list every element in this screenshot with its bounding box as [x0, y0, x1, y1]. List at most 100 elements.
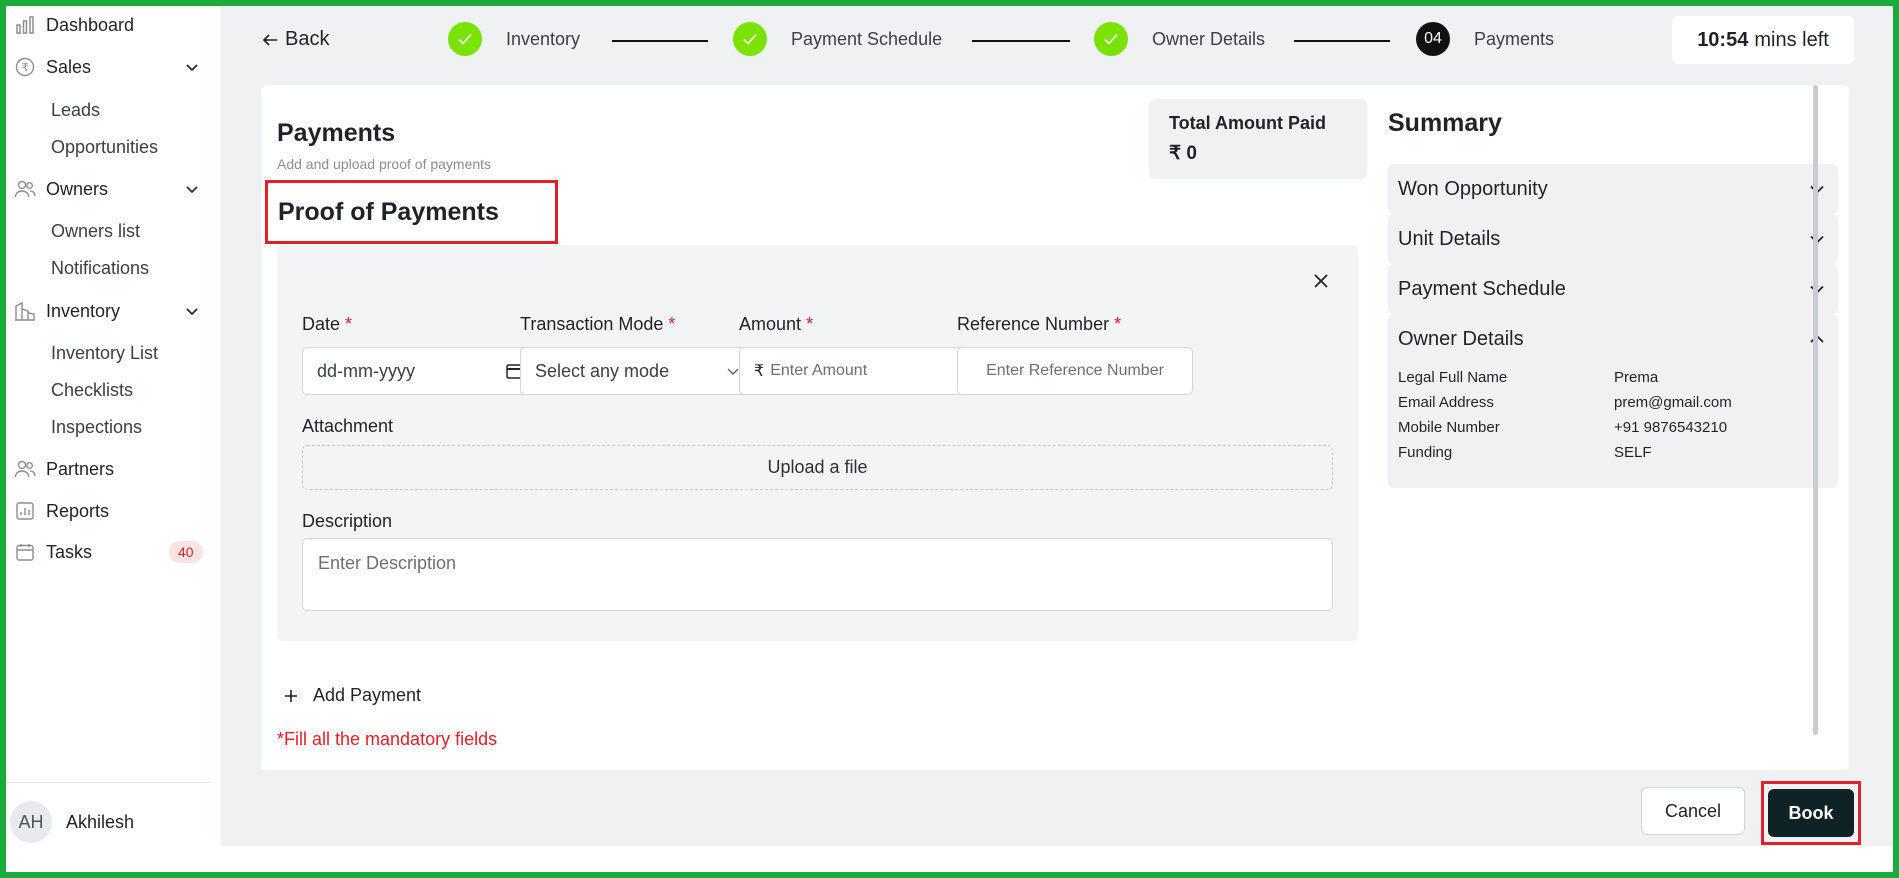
- users-icon: [14, 178, 36, 200]
- date-label: Date *: [302, 314, 353, 334]
- summary-section-won-opportunity[interactable]: Won Opportunity: [1388, 164, 1838, 214]
- attachment-label: Attachment: [302, 416, 394, 436]
- users-icon: [14, 458, 36, 480]
- sidebar-item-label: Sales: [46, 56, 92, 77]
- sidebar-item-dashboard[interactable]: Dashboard: [14, 14, 134, 36]
- sidebar-item-label: Tasks: [46, 541, 93, 562]
- scrollbar[interactable]: [1813, 85, 1818, 735]
- mandatory-fields-message: *Fill all the mandatory fields: [277, 729, 498, 749]
- transaction-mode-select[interactable]: Select any mode: [520, 347, 756, 395]
- avatar[interactable]: AH: [10, 801, 52, 843]
- step-label: Owner Details: [1152, 28, 1266, 49]
- sidebar-item-inventory-list[interactable]: Inventory List: [51, 343, 158, 364]
- payments-panel: Payments Add and upload proof of payment…: [261, 85, 1849, 770]
- section-label[interactable]: Owner Details: [1398, 328, 1524, 351]
- sidebar-item-owners[interactable]: Owners: [14, 178, 198, 200]
- section-label: Unit Details: [1398, 227, 1501, 250]
- sidebar-item-label: Owners: [46, 178, 109, 199]
- transaction-mode-value: Select any mode: [535, 360, 670, 381]
- sidebar-divider: [6, 782, 211, 783]
- amount-field[interactable]: ₹ Enter Amount: [739, 347, 975, 395]
- svg-text:₹: ₹: [22, 61, 29, 74]
- owner-detail-value: Prema: [1614, 369, 1659, 386]
- total-amount-label: Total Amount Paid: [1169, 113, 1326, 133]
- sidebar-item-sales[interactable]: ₹ Sales: [14, 56, 198, 78]
- amount-label: Amount *: [739, 314, 814, 334]
- rupee-circle-icon: ₹: [14, 56, 36, 78]
- sidebar-item-reports[interactable]: Reports: [14, 500, 109, 522]
- sidebar-item-opportunities[interactable]: Opportunities: [51, 137, 158, 158]
- back-button[interactable]: Back: [261, 28, 329, 51]
- chevron-down-icon[interactable]: [184, 181, 200, 197]
- section-label: Payment Schedule: [1398, 277, 1566, 300]
- section-label: Won Opportunity: [1398, 177, 1548, 200]
- amount-placeholder: Enter Amount: [770, 362, 868, 379]
- countdown-timer: 10:54 mins left: [1672, 16, 1854, 64]
- book-button[interactable]: Book: [1768, 789, 1854, 837]
- step-payments[interactable]: 04 Payments: [1416, 22, 1554, 56]
- report-icon: [14, 500, 36, 522]
- summary-section-payment-schedule[interactable]: Payment Schedule: [1388, 264, 1838, 314]
- sidebar-item-checklists[interactable]: Checklists: [51, 380, 133, 401]
- step-payment-schedule[interactable]: Payment Schedule: [733, 22, 942, 56]
- date-value: dd-mm-yyyy: [317, 360, 415, 381]
- owner-detail-key: Email Address: [1398, 394, 1494, 411]
- main-content: Back Inventory Payment Schedule Owner De…: [221, 6, 1893, 846]
- rupee-icon: ₹: [754, 363, 765, 380]
- page-subtitle: Add and upload proof of payments: [277, 156, 492, 172]
- close-icon[interactable]: [1309, 269, 1333, 293]
- sidebar-item-label: Partners: [46, 458, 115, 479]
- timer-value: 10:54: [1697, 28, 1749, 51]
- step-number: 04: [1416, 22, 1450, 56]
- proof-of-payments-heading: Proof of Payments: [265, 180, 558, 244]
- upload-file-dropzone[interactable]: Upload a file: [302, 445, 1333, 490]
- user-name[interactable]: Akhilesh: [66, 812, 134, 833]
- back-label: Back: [285, 28, 330, 50]
- building-icon: [14, 300, 36, 322]
- summary-title: Summary: [1388, 109, 1502, 137]
- summary-section-owner-details: Owner Details Legal Full Name Prema Emai…: [1388, 314, 1838, 488]
- cancel-button[interactable]: Cancel: [1641, 787, 1745, 835]
- owner-detail-value: +91 9876543210: [1614, 419, 1728, 436]
- total-amount-box: Total Amount Paid ₹ 0: [1149, 99, 1367, 179]
- sidebar-item-label: Reports: [46, 500, 110, 521]
- sidebar-item-label: Dashboard: [46, 14, 135, 35]
- description-textarea[interactable]: Enter Description: [302, 538, 1333, 611]
- calendar-icon: [14, 541, 36, 563]
- step-label: Payment Schedule: [791, 28, 943, 49]
- owner-detail-value: prem@gmail.com: [1614, 394, 1732, 411]
- step-owner-details[interactable]: Owner Details: [1094, 22, 1265, 56]
- add-payment-label: Add Payment: [313, 685, 422, 705]
- step-connector: [612, 40, 708, 42]
- book-button-highlight: Book: [1761, 781, 1861, 845]
- check-icon: [448, 22, 482, 56]
- sidebar-item-tasks[interactable]: Tasks 40: [14, 541, 203, 563]
- reference-number-field[interactable]: Enter Reference Number: [957, 347, 1193, 395]
- arrow-left-icon: [262, 33, 277, 46]
- summary-section-unit-details[interactable]: Unit Details: [1388, 214, 1838, 264]
- transaction-mode-label: Transaction Mode *: [520, 314, 676, 334]
- sidebar-item-owners-list[interactable]: Owners list: [51, 221, 140, 242]
- reference-placeholder: Enter Reference Number: [986, 362, 1164, 379]
- step-inventory[interactable]: Inventory: [448, 22, 580, 56]
- date-field[interactable]: dd-mm-yyyy: [302, 347, 538, 395]
- step-label: Payments: [1474, 28, 1555, 49]
- sidebar-item-inspections[interactable]: Inspections: [51, 417, 142, 438]
- check-icon: [733, 22, 767, 56]
- check-icon: [1094, 22, 1128, 56]
- plus-icon: [285, 689, 297, 702]
- sidebar-item-inventory[interactable]: Inventory: [14, 300, 198, 322]
- sidebar-item-notifications[interactable]: Notifications: [51, 258, 149, 279]
- owner-detail-key: Mobile Number: [1398, 419, 1500, 436]
- bar-chart-icon: [14, 14, 36, 36]
- sidebar-item-leads[interactable]: Leads: [51, 100, 100, 121]
- chevron-down-icon[interactable]: [184, 303, 200, 319]
- reference-number-label: Reference Number *: [957, 314, 1122, 334]
- description-label: Description: [302, 511, 393, 531]
- owner-detail-value: SELF: [1614, 444, 1652, 461]
- page-title: Payments: [277, 119, 396, 147]
- step-connector: [1294, 40, 1390, 42]
- add-payment-button[interactable]: Add Payment: [283, 685, 421, 706]
- sidebar-item-partners[interactable]: Partners: [14, 458, 114, 480]
- chevron-down-icon[interactable]: [184, 59, 200, 75]
